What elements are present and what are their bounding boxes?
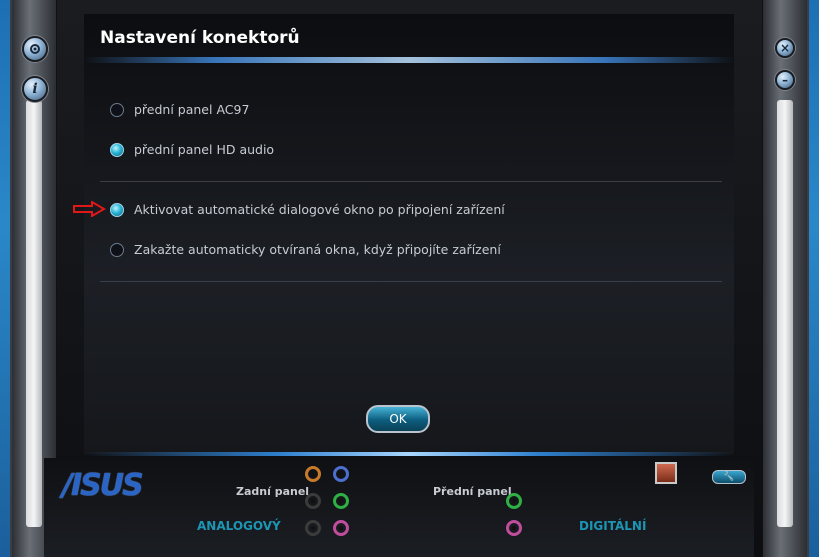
analog-section-label: ANALOGOVÝ <box>197 519 281 533</box>
jack-black[interactable] <box>305 493 321 509</box>
front-jack-green[interactable] <box>506 493 522 509</box>
bottom-divider <box>84 452 734 456</box>
settings-panel <box>84 14 734 454</box>
ok-button[interactable]: OK <box>366 405 430 433</box>
info-icon[interactable]: i <box>22 76 48 102</box>
arrow-icon <box>73 201 106 217</box>
digital-section-label: DIGITÁLNÍ <box>579 519 647 533</box>
radio-option-ac97[interactable]: přední panel AC97 <box>110 102 249 117</box>
minimize-icon[interactable]: – <box>775 70 795 90</box>
jack-black[interactable] <box>305 520 321 536</box>
ac97-icon[interactable] <box>655 462 677 484</box>
radio-option-enable-autopopup[interactable]: Aktivovat automatické dialogové okno po … <box>110 202 505 217</box>
wrench-icon[interactable]: 🔧 <box>712 470 746 484</box>
connector-bar <box>44 458 754 557</box>
radio-option-disable-autopopup[interactable]: Zakažte automaticky otvíraná okna, když … <box>110 242 501 257</box>
title-divider <box>84 57 734 63</box>
radio-button[interactable] <box>110 202 124 217</box>
page-title: Nastavení konektorů <box>100 28 300 48</box>
asus-logo: /ISUS <box>62 468 144 503</box>
radio-option-hd-audio[interactable]: přední panel HD audio <box>110 142 274 157</box>
jack-blue[interactable] <box>333 466 349 482</box>
radio-button[interactable] <box>110 242 124 257</box>
option-label: přední panel HD audio <box>134 142 275 157</box>
radio-button[interactable] <box>110 142 124 157</box>
jack-orange[interactable] <box>305 466 321 482</box>
front-jack-pink[interactable] <box>506 520 522 536</box>
close-icon[interactable]: × <box>775 38 795 58</box>
jack-pink[interactable] <box>333 520 349 536</box>
option-label: přední panel AC97 <box>134 102 250 117</box>
option-label: Zakažte automaticky otvíraná okna, když … <box>134 242 501 257</box>
separator <box>100 181 722 182</box>
separator <box>100 281 722 282</box>
option-label: Aktivovat automatické dialogové okno po … <box>134 202 505 217</box>
front-panel-label: Přední panel <box>433 485 512 498</box>
gear-icon-glyph <box>30 44 40 54</box>
radio-button[interactable] <box>110 102 124 117</box>
jack-green[interactable] <box>333 493 349 509</box>
rear-panel-label: Zadní panel <box>236 485 310 498</box>
gear-icon[interactable] <box>22 36 48 62</box>
